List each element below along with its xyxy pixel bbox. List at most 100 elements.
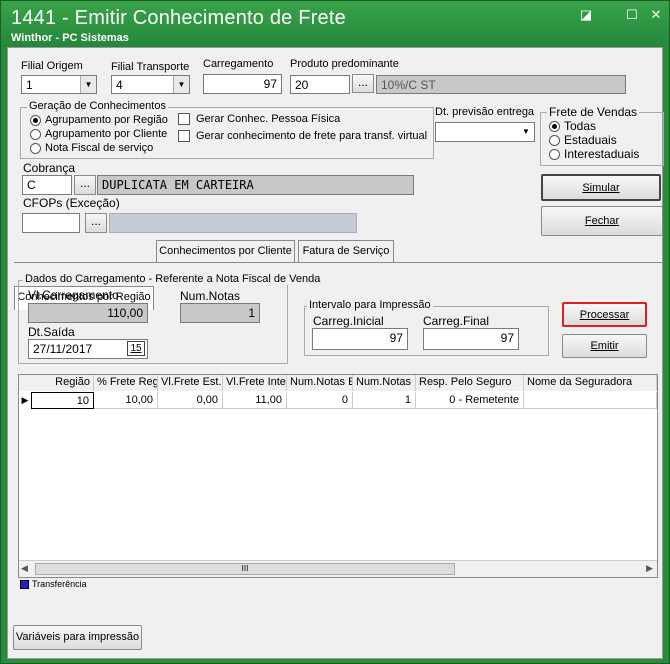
calendar-icon[interactable]: 15 [127,341,145,356]
dados-title: Dados do Carregamento - Referente a Nota… [23,273,323,285]
scroll-left-icon[interactable]: ◀ [21,563,28,574]
radio-label: Nota Fiscal de serviço [45,142,154,154]
tab-fatura-servico[interactable]: Fatura de Serviço [298,240,394,262]
radio-label: Estaduais [564,133,617,147]
carreg-inicial-input[interactable]: 97 [312,328,408,350]
scroll-right-icon[interactable]: ▶ [646,563,653,574]
radio-dot[interactable] [30,142,41,154]
produto-label: Produto predominante [290,58,399,70]
variaveis-impressao-button[interactable]: Variáveis para impressão [13,625,142,650]
scroll-thumb[interactable]: III [35,563,455,575]
carreg-inicial-label: Carreg.Inicial [313,314,384,328]
restore-icon[interactable]: ◪ [575,7,597,23]
filial-origem-select[interactable]: 1 ▼ [21,75,97,94]
frete-vendas-title: Frete de Vendas [547,105,640,119]
radio-todas[interactable]: Todas [549,119,596,133]
tab-conhecimentos-cliente[interactable]: Conhecimentos por Cliente [156,240,295,262]
window-title: 1441 - Emitir Conhecimento de Frete [11,7,346,29]
radio-agrupamento-regiao[interactable]: Agrupamento por Região [30,114,168,126]
carreg-final-input[interactable]: 97 [423,328,519,350]
intervalo-title: Intervalo para Impressão [307,299,433,311]
emitir-button[interactable]: Emitir [562,334,647,358]
regioes-table[interactable]: Região % Frete Reg Vl.Frete Est. Vl.Fret… [18,374,658,578]
processar-button[interactable]: Processar [562,302,647,327]
radio-label: Agrupamento por Região [45,114,168,126]
chevron-down-icon[interactable]: ▼ [518,123,534,140]
table-cell[interactable]: 11,00 [223,392,287,409]
table-cell[interactable]: 0 [287,392,353,409]
table-cell[interactable]: 0 - Remetente [416,392,524,409]
vl-carregamento-field: 110,00 [28,303,148,323]
radio-dot[interactable] [549,134,560,146]
processar-label: Processar [579,309,630,321]
window-subtitle: Winthor - PC Sistemas [11,32,129,44]
previsao-select[interactable]: ▼ [435,122,535,142]
radio-dot[interactable] [549,120,560,132]
cobranca-search-button[interactable]: ... [74,175,96,195]
radio-estaduais[interactable]: Estaduais [549,133,617,147]
cfops-search-button[interactable]: ... [85,213,107,233]
fechar-label: Fechar [584,215,620,227]
maximize-icon[interactable]: ☐ [621,7,643,23]
col-header-frete-inte[interactable]: Vl.Frete Inte [223,375,287,391]
produto-code-input[interactable]: 20 [290,75,350,94]
col-header-seguradora[interactable]: Nome da Seguradora [524,375,657,391]
vl-carregamento-label: Vl.Carregamento [28,288,119,302]
check-pessoa-fisica[interactable]: Gerar Conhec. Pessoa Física [178,113,340,125]
cobranca-desc-field: DUPLICATA EM CARTEIRA [97,175,414,195]
radio-interestaduais[interactable]: Interestaduais [549,147,639,161]
row-pointer-icon: ▶ [21,395,29,405]
horizontal-scrollbar[interactable]: ◀ III ▶ [19,560,657,577]
radio-dot[interactable] [30,128,41,140]
produto-search-button[interactable]: ... [352,74,374,93]
checkbox[interactable] [178,113,190,125]
fechar-button[interactable]: Fechar [541,206,663,236]
carreg-final-label: Carreg.Final [423,314,490,328]
col-header-frete-reg[interactable]: % Frete Reg [94,375,158,391]
dt-saida-input[interactable]: 27/11/2017 15 [28,339,148,359]
filial-transporte-label: Filial Transporte [111,61,190,73]
check-transf-virtual[interactable]: Gerar conhecimento de frete para transf.… [178,130,427,142]
col-header-num-notas-e[interactable]: Num.Notas E [287,375,353,391]
previsao-label: Dt. previsão entrega [435,106,535,118]
carregamento-label: Carregamento [203,58,274,70]
cfops-input[interactable] [22,213,80,233]
radio-dot[interactable] [549,148,560,160]
table-cell[interactable]: 10,00 [94,392,158,409]
close-icon[interactable]: ✕ [645,7,667,23]
col-header-num-notas-i[interactable]: Num.Notas I [353,375,416,391]
cfops-label: CFOPs (Exceção) [23,196,120,210]
chevron-down-icon[interactable]: ▼ [80,76,96,93]
main-panel: Filial Origem 1 ▼ Filial Transporte 4 ▼ … [7,47,664,659]
radio-label: Interestaduais [564,147,640,161]
check-label: Gerar conhecimento de frete para transf.… [196,130,428,142]
geracao-title: Geração de Conhecimentos [27,100,168,112]
cobranca-code-input[interactable]: C [22,175,72,195]
simular-button[interactable]: Simular [541,174,661,201]
filial-origem-value: 1 [26,78,33,92]
table-cell[interactable]: 1 [353,392,416,409]
checkbox[interactable] [178,130,190,142]
table-cell[interactable]: 10 [31,392,94,409]
col-header-regiao[interactable]: Região [19,375,94,391]
table-cell[interactable]: 0,00 [158,392,223,409]
chevron-down-icon[interactable]: ▼ [173,76,189,93]
transferencia-color-icon [20,580,29,589]
num-notas-field: 1 [180,303,260,323]
col-header-resp-seguro[interactable]: Resp. Pelo Seguro [416,375,524,391]
dt-saida-value: 27/11/2017 [33,342,93,356]
transferencia-label: Transferência [32,579,87,589]
filial-transporte-value: 4 [116,78,123,92]
filial-transporte-select[interactable]: 4 ▼ [111,75,190,94]
col-header-frete-est[interactable]: Vl.Frete Est. [158,375,223,391]
app-window: 1441 - Emitir Conhecimento de Frete Wint… [0,0,670,664]
carregamento-input[interactable]: 97 [203,74,282,94]
cfops-desc-field [109,213,357,233]
tab-divider [14,262,662,263]
radio-dot[interactable] [30,114,41,126]
radio-agrupamento-cliente[interactable]: Agrupamento por Cliente [30,128,167,140]
radio-nota-fiscal-servico[interactable]: Nota Fiscal de serviço [30,142,153,154]
cobranca-label: Cobrança [23,161,76,175]
table-cell[interactable] [524,392,657,409]
title-bar: 1441 - Emitir Conhecimento de Frete Wint… [1,1,669,47]
